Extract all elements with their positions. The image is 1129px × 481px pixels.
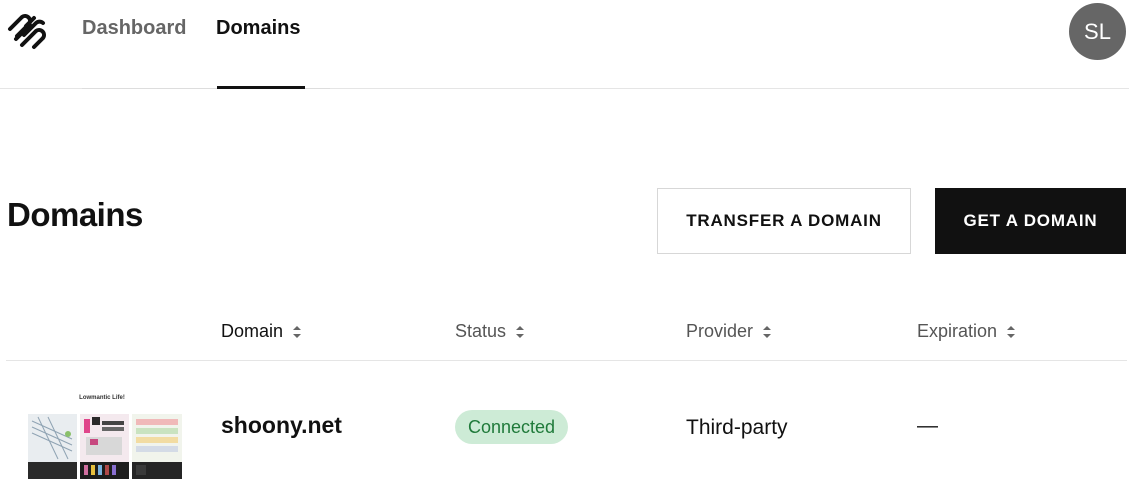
column-header-domain[interactable]: Domain [221, 321, 302, 342]
tab-dashboard[interactable]: Dashboard [82, 0, 186, 89]
tab-domains[interactable]: Domains [216, 0, 300, 89]
column-header-expiration[interactable]: Expiration [917, 321, 1016, 342]
squarespace-logo-icon[interactable] [6, 12, 50, 50]
sort-updown-icon [763, 325, 772, 338]
provider-value: Third-party [686, 416, 788, 439]
column-label: Status [455, 321, 507, 341]
status-badge: Connected [455, 410, 569, 444]
column-header-provider[interactable]: Provider [686, 321, 772, 342]
column-label: Provider [686, 321, 754, 341]
table-header: Domain Status Provider Expiration [6, 304, 1127, 361]
column-label: Domain [221, 321, 284, 341]
sort-updown-icon [1007, 325, 1016, 338]
column-header-status[interactable]: Status [455, 321, 525, 342]
sort-updown-icon [516, 325, 525, 338]
get-domain-button[interactable]: GET A DOMAIN [935, 188, 1126, 254]
active-tab-indicator [217, 86, 305, 89]
sort-updown-icon [293, 325, 302, 338]
page-title: Domains [7, 196, 143, 233]
site-thumbnail: Lowmantic Life! [28, 379, 184, 479]
site-preview-image [28, 414, 182, 479]
thumbnail-title: Lowmantic Life! [79, 395, 125, 401]
transfer-domain-button[interactable]: TRANSFER A DOMAIN [657, 188, 911, 254]
avatar[interactable]: SL [1069, 3, 1126, 60]
top-navigation: Dashboard Domains SL [0, 0, 1129, 89]
table-row[interactable]: Lowmantic Life! shoony.net Connected Thi… [6, 361, 1127, 481]
column-label: Expiration [917, 321, 998, 341]
domains-page: Dashboard Domains SL Domains TRANSFER A … [0, 0, 1129, 481]
expiration-value: — [917, 414, 938, 437]
domain-name-link[interactable]: shoony.net [221, 412, 342, 439]
